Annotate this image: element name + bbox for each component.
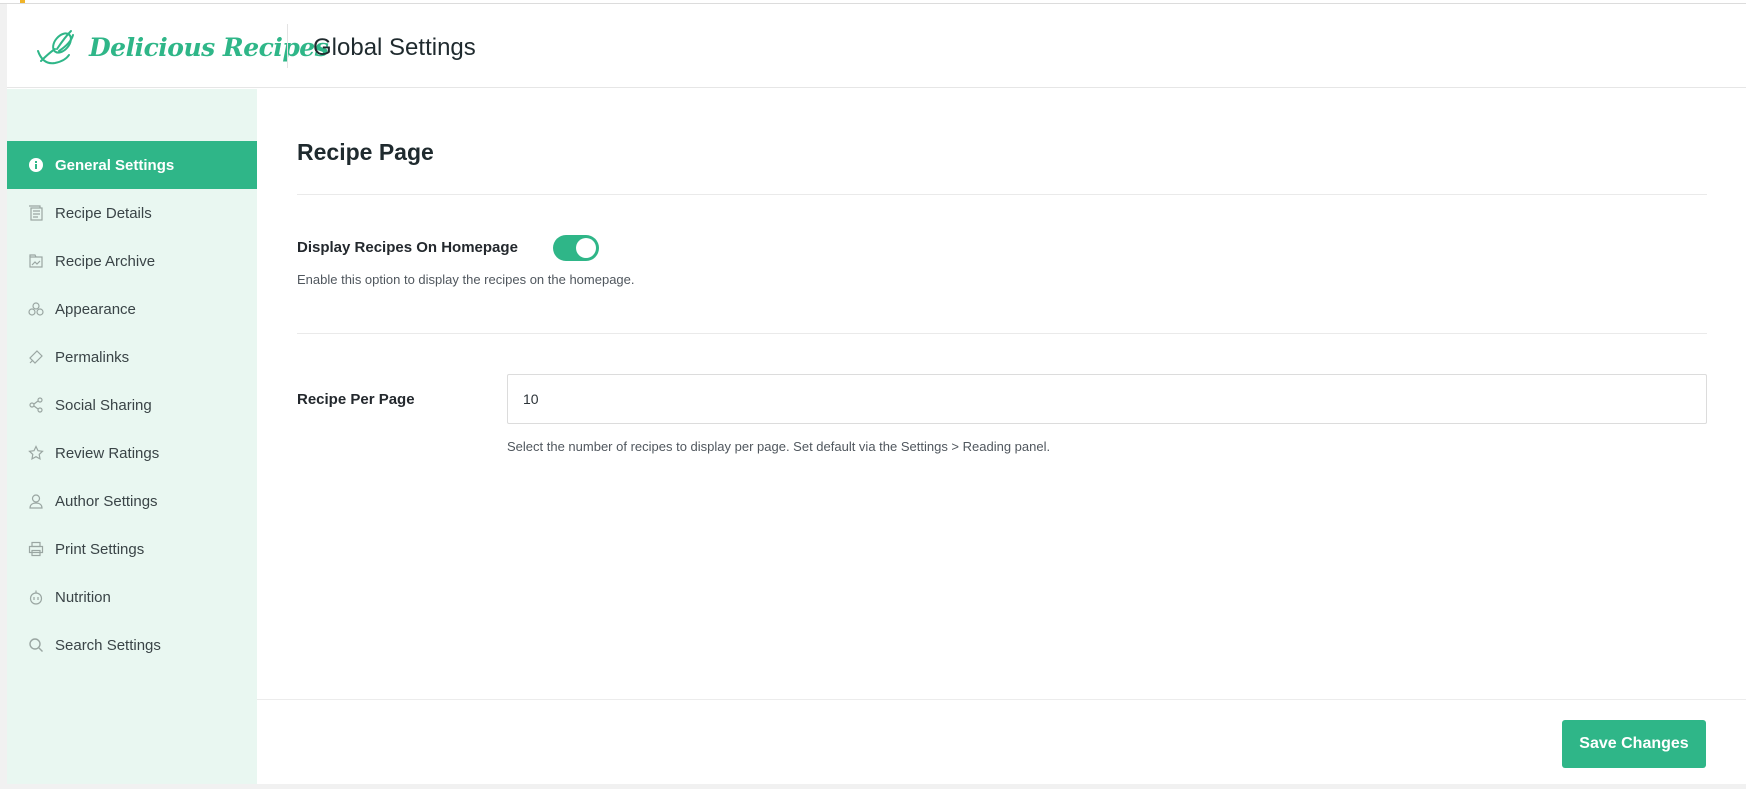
header-divider	[287, 24, 288, 68]
sidebar-item-label: Review Ratings	[55, 444, 160, 462]
save-changes-button[interactable]: Save Changes	[1562, 720, 1706, 768]
sidebar-item-label: Recipe Archive	[55, 252, 156, 270]
sidebar-item-label: Appearance	[55, 300, 136, 318]
sidebar-item-review-ratings[interactable]: Review Ratings	[7, 429, 257, 477]
logo[interactable]: Delicious Recipes	[35, 24, 329, 70]
per-page-help: Select the number of recipes to display …	[507, 439, 1051, 454]
sidebar-item-label: Social Sharing	[55, 396, 152, 414]
sidebar-item-print-settings[interactable]: Print Settings	[7, 525, 257, 573]
sidebar-item-nutrition[interactable]: Nutrition	[7, 573, 257, 621]
sidebar-item-author-settings[interactable]: Author Settings	[7, 477, 257, 525]
whisk-icon	[35, 27, 79, 67]
display-homepage-label: Display Recipes On Homepage	[297, 239, 518, 256]
star-icon	[27, 444, 45, 462]
sidebar-item-label: Author Settings	[55, 492, 158, 510]
appearance-icon	[27, 300, 45, 318]
field-divider	[297, 333, 1707, 334]
sidebar-item-label: Search Settings	[55, 636, 161, 654]
display-homepage-toggle[interactable]	[553, 235, 599, 261]
main-content: Recipe Page Display Recipes On Homepage …	[257, 89, 1746, 699]
sidebar-item-label: Permalinks	[55, 348, 130, 366]
per-page-input[interactable]	[507, 374, 1707, 424]
sidebar-item-permalinks[interactable]: Permalinks	[7, 333, 257, 381]
user-icon	[27, 492, 45, 510]
sidebar-item-general-settings[interactable]: General Settings	[7, 141, 257, 189]
sidebar-item-social-sharing[interactable]: Social Sharing	[7, 381, 257, 429]
sidebar-item-recipe-details[interactable]: Recipe Details	[7, 189, 257, 237]
header: Delicious Recipes Global Settings	[7, 4, 1746, 88]
archive-icon	[27, 252, 45, 270]
section-divider	[297, 194, 1707, 195]
apple-icon	[27, 588, 45, 606]
details-icon	[27, 204, 45, 222]
sidebar-item-label: Nutrition	[55, 588, 111, 606]
app-window: Delicious Recipes Global Settings Genera…	[7, 4, 1746, 784]
sidebar: General Settings Recipe Details Recipe A…	[7, 89, 257, 784]
toggle-knob	[576, 238, 596, 258]
printer-icon	[27, 540, 45, 558]
link-icon	[27, 348, 45, 366]
sidebar-item-search-settings[interactable]: Search Settings	[7, 621, 257, 669]
notification-dot	[20, 0, 25, 3]
section-title: Recipe Page	[297, 139, 434, 165]
sidebar-item-label: Print Settings	[55, 540, 145, 558]
page-title: Global Settings	[313, 34, 476, 61]
share-icon	[27, 396, 45, 414]
sidebar-item-recipe-archive[interactable]: Recipe Archive	[7, 237, 257, 285]
logo-text: Delicious Recipes	[89, 32, 329, 62]
search-icon	[27, 636, 45, 654]
per-page-label: Recipe Per Page	[297, 391, 415, 408]
footer: Save Changes	[257, 699, 1746, 784]
info-icon	[27, 156, 45, 174]
sidebar-item-appearance[interactable]: Appearance	[7, 285, 257, 333]
sidebar-item-label: General Settings	[55, 156, 175, 174]
sidebar-item-label: Recipe Details	[55, 204, 152, 222]
display-homepage-help: Enable this option to display the recipe…	[297, 272, 635, 287]
